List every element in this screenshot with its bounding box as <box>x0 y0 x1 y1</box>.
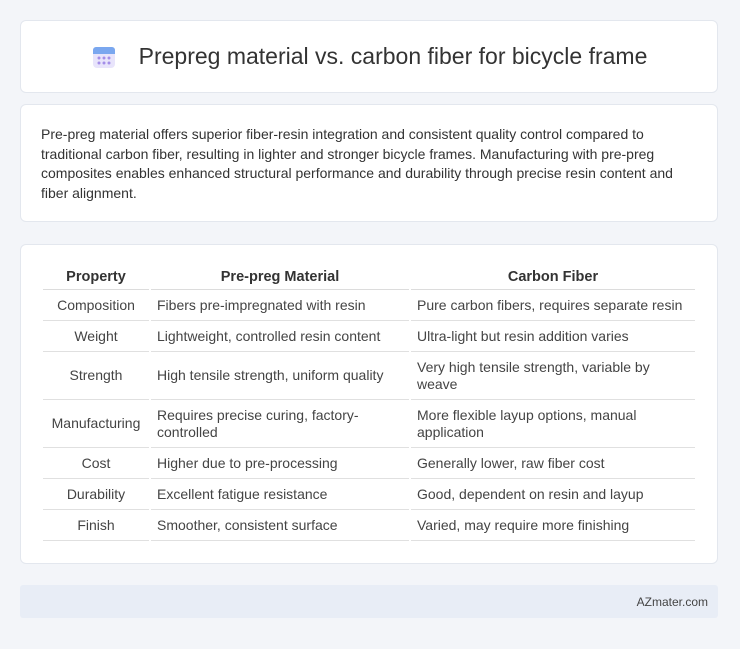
prepreg-cell: Smoother, consistent surface <box>151 510 409 541</box>
carbon-fiber-cell: Very high tensile strength, variable by … <box>411 352 695 400</box>
prepreg-cell: Excellent fatigue resistance <box>151 479 409 510</box>
column-header-carbon-fiber: Carbon Fiber <box>411 263 695 290</box>
carbon-fiber-cell: Ultra-light but resin addition varies <box>411 321 695 352</box>
prepreg-cell: Lightweight, controlled resin content <box>151 321 409 352</box>
property-cell: Finish <box>43 510 149 541</box>
property-cell: Durability <box>43 479 149 510</box>
carbon-fiber-cell: Pure carbon fibers, requires separate re… <box>411 290 695 321</box>
property-cell: Weight <box>43 321 149 352</box>
column-header-prepreg: Pre-preg Material <box>151 263 409 290</box>
prepreg-cell: High tensile strength, uniform quality <box>151 352 409 400</box>
title-card: Prepreg material vs. carbon fiber for bi… <box>20 20 718 93</box>
property-cell: Manufacturing <box>43 400 149 448</box>
table-row: Weight Lightweight, controlled resin con… <box>43 321 695 352</box>
carbon-fiber-cell: More flexible layup options, manual appl… <box>411 400 695 448</box>
summary-text: Pre-preg material offers superior fiber-… <box>41 126 673 201</box>
table-row: Durability Excellent fatigue resistance … <box>43 479 695 510</box>
prepreg-cell: Fibers pre-impregnated with resin <box>151 290 409 321</box>
table-row: Cost Higher due to pre-processing Genera… <box>43 448 695 479</box>
table-header-row: Property Pre-preg Material Carbon Fiber <box>43 263 695 290</box>
column-header-property: Property <box>43 263 149 290</box>
summary-card: Pre-preg material offers superior fiber-… <box>20 104 718 222</box>
footer-bar: AZmater.com <box>20 585 718 618</box>
prepreg-cell: Requires precise curing, factory-control… <box>151 400 409 448</box>
page-title: Prepreg material vs. carbon fiber for bi… <box>138 43 648 69</box>
comparison-table-card: Property Pre-preg Material Carbon Fiber … <box>20 244 718 564</box>
property-cell: Cost <box>43 448 149 479</box>
calendar-icon <box>92 46 115 68</box>
comparison-table: Property Pre-preg Material Carbon Fiber … <box>41 263 697 541</box>
property-cell: Strength <box>43 352 149 400</box>
carbon-fiber-cell: Varied, may require more finishing <box>411 510 695 541</box>
table-row: Strength High tensile strength, uniform … <box>43 352 695 400</box>
table-row: Finish Smoother, consistent surface Vari… <box>43 510 695 541</box>
title-wrap: Prepreg material vs. carbon fiber for bi… <box>91 43 648 70</box>
table-row: Composition Fibers pre-impregnated with … <box>43 290 695 321</box>
carbon-fiber-cell: Good, dependent on resin and layup <box>411 479 695 510</box>
prepreg-cell: Higher due to pre-processing <box>151 448 409 479</box>
footer-brand: AZmater.com <box>636 594 708 609</box>
table-row: Manufacturing Requires precise curing, f… <box>43 400 695 448</box>
property-cell: Composition <box>43 290 149 321</box>
carbon-fiber-cell: Generally lower, raw fiber cost <box>411 448 695 479</box>
